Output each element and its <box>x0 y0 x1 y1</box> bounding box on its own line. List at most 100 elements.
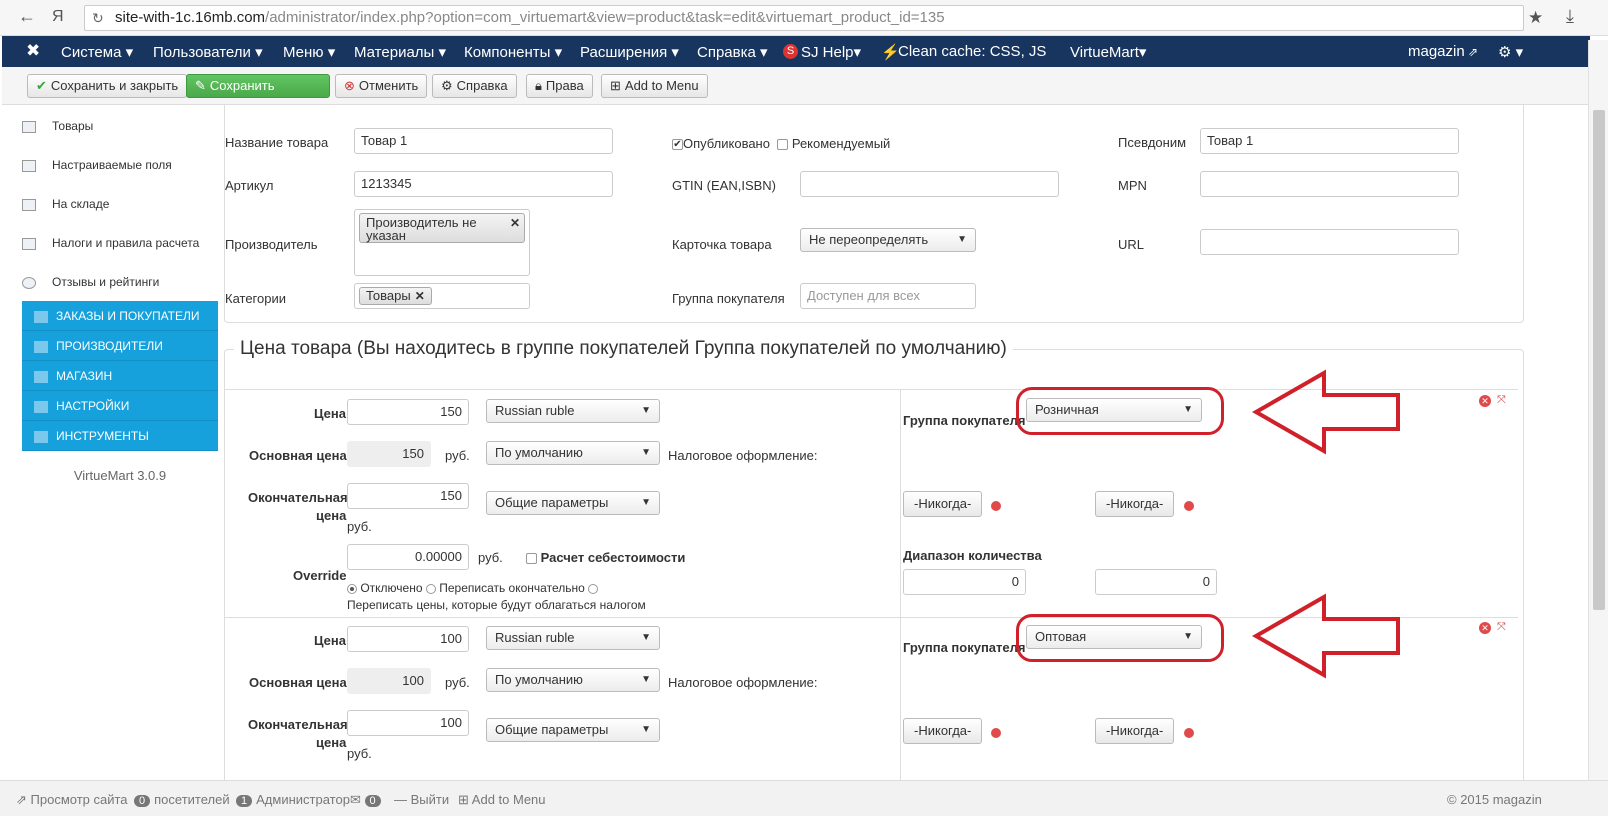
override-options: Отключено Переписать окончательно <box>347 581 599 595</box>
sidebar-item-tools[interactable]: ИНСТРУМЕНТЫ <box>22 421 218 451</box>
view-site-label: Просмотр сайта <box>30 792 128 807</box>
toolbar: ✔ Сохранить и закрыть ✎ Сохранить ⊗ Отменит… <box>2 67 1590 105</box>
bookmark-star-icon[interactable]: ★ <box>1528 8 1543 28</box>
price-input[interactable]: 100 <box>347 626 469 652</box>
custom-fields-icon <box>22 159 36 172</box>
help-button[interactable]: ⚙ Справка <box>432 74 517 98</box>
categories-select[interactable]: Товары ✕ <box>354 283 530 309</box>
url-field[interactable]: site-with-1c.16mb.com/administrator/inde… <box>84 5 1524 31</box>
sidebar-item-reviews[interactable]: Отзывы и рейтинги <box>22 275 218 289</box>
menu-help[interactable]: Справка ▾ <box>697 43 768 61</box>
featured-label: Рекомендуемый <box>791 136 891 151</box>
start-date-button[interactable]: -Никогда- <box>903 718 983 744</box>
sidebar-label: Настраиваемые поля <box>52 158 172 172</box>
remove-icon[interactable]: ✕ <box>415 289 425 303</box>
calculator-icon <box>22 237 36 250</box>
menu-clean-cache[interactable]: Clean cache: CSS, JS <box>898 43 1046 60</box>
sidebar-item-custom-fields[interactable]: Настраиваемые поля <box>22 158 218 172</box>
remove-icon[interactable]: ✕ <box>510 217 520 230</box>
back-icon[interactable]: ← <box>18 6 36 27</box>
rub-label: руб. <box>347 746 372 761</box>
alias-input[interactable]: Товар 1 <box>1200 128 1459 154</box>
start-date-button[interactable]: -Никогда- <box>903 491 983 517</box>
sidebar-item-orders[interactable]: ЗАКАЗЫ И ПОКУПАТЕЛИ <box>22 301 218 331</box>
final-price-input[interactable]: 100 <box>347 710 469 736</box>
currency-select[interactable]: Russian ruble ▼ <box>486 399 660 423</box>
menu-menus[interactable]: Меню ▾ <box>283 43 335 61</box>
override-final-radio[interactable] <box>425 583 436 594</box>
menu-components[interactable]: Компоненты ▾ <box>464 43 562 61</box>
menu-virtuemart[interactable]: VirtueMart▾ <box>1070 43 1146 61</box>
status-add-to-menu-link[interactable]: ⊞ Add to Menu <box>458 792 546 808</box>
visitors-badge: 0 <box>134 795 151 807</box>
messages-counter[interactable]: ✉ 0 <box>350 792 385 808</box>
joomla-logo-icon[interactable]: ✖ <box>26 41 40 61</box>
sidebar-item-inventory[interactable]: На складе <box>22 197 218 211</box>
delete-price-icon[interactable]: ✕ <box>1479 395 1491 407</box>
sidebar-item-shop[interactable]: МАГАЗИН <box>22 361 218 391</box>
caret-down-icon: ▼ <box>641 405 651 416</box>
add-to-menu-button[interactable]: ⊞ Add to Menu <box>601 74 708 98</box>
menu-system[interactable]: Система ▾ <box>61 43 133 61</box>
menu-users[interactable]: Пользователи ▾ <box>153 43 263 61</box>
mpn-input[interactable] <box>1200 171 1459 197</box>
expand-icon[interactable]: ⤧ <box>1497 394 1506 407</box>
clear-date-icon[interactable] <box>991 728 1001 738</box>
tax-label: Налоговое оформление: <box>668 448 818 463</box>
clear-date-icon[interactable] <box>991 501 1001 511</box>
clear-date-icon[interactable] <box>1184 728 1194 738</box>
tax-default-select[interactable]: По умолчанию ▼ <box>486 441 660 465</box>
permissions-button[interactable]: 🔒︎ Права <box>526 74 593 98</box>
view-site-link[interactable]: ⇗ Просмотр сайта <box>16 792 128 808</box>
price-input[interactable]: 150 <box>347 399 469 425</box>
currency-select[interactable]: Russian ruble ▼ <box>486 626 660 650</box>
featured-checkbox[interactable] <box>777 139 789 151</box>
override-taxed-radio[interactable] <box>588 583 599 594</box>
sidebar-item-settings[interactable]: НАСТРОЙКИ <box>22 391 218 421</box>
scrollbar[interactable] <box>1588 40 1608 780</box>
save-button[interactable]: ✎ Сохранить <box>186 74 330 98</box>
end-date-button[interactable]: -Никогда- <box>1095 491 1175 517</box>
logout-link[interactable]: — Выйти <box>394 792 449 807</box>
clear-date-icon[interactable] <box>1184 501 1194 511</box>
settings-gear-menu[interactable]: ⚙ ▾ <box>1498 43 1523 61</box>
manufacturer-select[interactable]: Производитель не указан ✕ <box>354 209 530 276</box>
save-label: Сохранить <box>209 78 275 93</box>
override-price-input[interactable]: 0.00000 <box>347 544 469 570</box>
customer-group-input[interactable]: Доступен для всех <box>800 283 976 309</box>
sidebar-item-products[interactable]: Товары <box>22 119 218 133</box>
end-date-button[interactable]: -Никогда- <box>1095 718 1175 744</box>
sku-input[interactable]: 1213345 <box>354 171 613 197</box>
sidebar-item-taxes[interactable]: Налоги и правила расчета <box>22 236 218 250</box>
save-and-close-button[interactable]: ✔ Сохранить и закрыть <box>27 74 188 98</box>
cost-calc-checkbox[interactable] <box>526 553 537 565</box>
sidebar-item-manufacturers[interactable]: ПРОИЗВОДИТЕЛИ <box>22 331 218 361</box>
qty-to-input[interactable]: 0 <box>1095 569 1217 595</box>
menu-content[interactable]: Материалы ▾ <box>354 43 446 61</box>
final-price-label: Окончательная <box>248 717 348 732</box>
yandex-icon[interactable]: Я <box>52 8 64 26</box>
published-checkbox[interactable]: ✔ <box>672 139 683 151</box>
gtin-input[interactable] <box>800 171 1059 197</box>
delete-price-icon[interactable]: ✕ <box>1479 622 1491 634</box>
expand-icon[interactable]: ⤧ <box>1497 621 1506 634</box>
scrollbar-thumb[interactable] <box>1593 110 1605 610</box>
menu-user-magazin[interactable]: magazin <box>1408 43 1465 60</box>
product-name-input[interactable]: Товар 1 <box>354 128 613 154</box>
download-icon[interactable]: ⤓ <box>1566 6 1574 27</box>
final-price-input[interactable]: 150 <box>347 483 469 509</box>
menu-sj-help[interactable]: SJ Help▾ <box>801 43 861 61</box>
tax-default-select[interactable]: По умолчанию ▼ <box>486 668 660 692</box>
url-input[interactable] <box>1200 229 1459 255</box>
comment-icon <box>22 276 36 289</box>
general-params-select[interactable]: Общие параметры ▼ <box>486 491 660 515</box>
override-off-radio[interactable] <box>347 583 357 594</box>
rub-label: руб. <box>478 550 503 565</box>
qty-from-input[interactable]: 0 <box>903 569 1026 595</box>
reload-icon[interactable]: ↻ <box>92 10 104 27</box>
general-params-select[interactable]: Общие параметры ▼ <box>486 718 660 742</box>
menu-extensions[interactable]: Расширения ▾ <box>580 43 679 61</box>
tax-default-value: По умолчанию <box>495 445 583 460</box>
product-card-select[interactable]: Не переопределять ▼ <box>800 228 976 252</box>
cancel-button[interactable]: ⊗ Отменить <box>335 74 428 98</box>
